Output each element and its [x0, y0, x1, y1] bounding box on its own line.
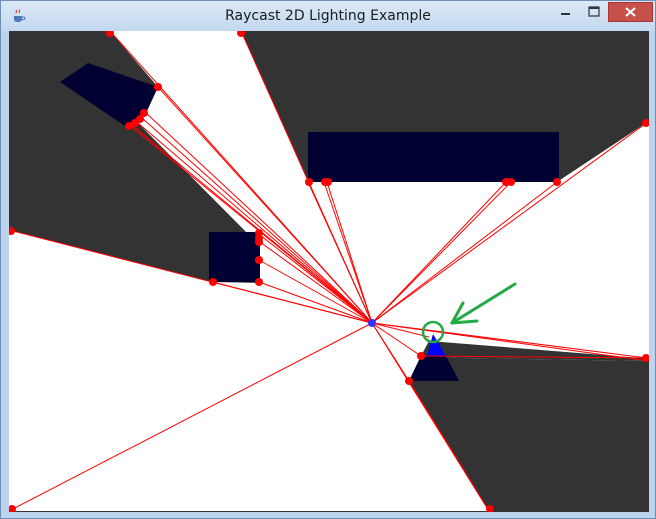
obstacle-top-rect	[308, 132, 559, 182]
minimize-button[interactable]	[552, 2, 580, 22]
obstacle-small-square	[209, 232, 260, 282]
close-icon	[625, 7, 636, 17]
light-source	[368, 319, 376, 327]
drawing-canvas[interactable]	[9, 31, 649, 512]
maximize-button[interactable]	[580, 2, 608, 22]
maximize-icon	[588, 6, 600, 17]
minimize-icon	[561, 13, 570, 15]
app-window: Raycast 2D Lighting Example	[0, 0, 656, 519]
close-button[interactable]	[608, 2, 653, 22]
raycast-scene	[9, 31, 649, 512]
title-bar[interactable]: Raycast 2D Lighting Example	[1, 1, 655, 31]
